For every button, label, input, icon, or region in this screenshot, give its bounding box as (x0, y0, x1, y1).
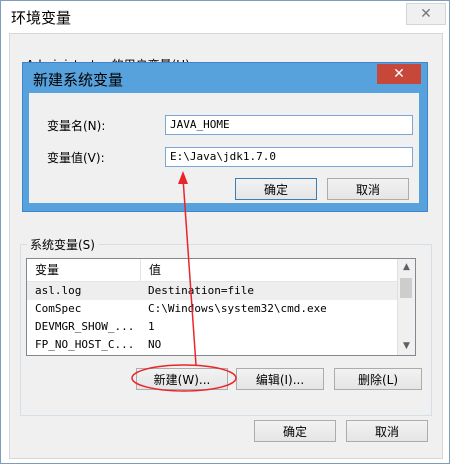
close-icon: ✕ (393, 66, 405, 82)
variable-name: FP_NO_HOST_C... (35, 338, 135, 351)
variable-name: DEVMGR_SHOW_... (35, 320, 135, 333)
dialog-close-button[interactable]: ✕ (377, 64, 421, 84)
scroll-down-icon[interactable]: ▼ (398, 338, 415, 355)
variable-value: C:\Windows\system32\cmd.exe (148, 302, 327, 315)
list-item[interactable]: asl.log Destination=file (27, 282, 415, 300)
list-item[interactable]: ComSpec C:\Windows\system32\cmd.exe (27, 300, 415, 318)
ok-button[interactable]: 确定 (254, 420, 336, 442)
cancel-button[interactable]: 取消 (346, 420, 428, 442)
variable-name-label: 变量名(N): (47, 119, 106, 133)
list-item[interactable]: DEVMGR_SHOW_... 1 (27, 318, 415, 336)
variable-value: Destination=file (148, 284, 254, 297)
new-system-variable-dialog: 新建系统变量 ✕ 变量名(N): JAVA_HOME 变量值(V): E:\Ja… (22, 62, 428, 212)
variable-name: ComSpec (35, 302, 82, 315)
dialog-cancel-button[interactable]: 取消 (327, 178, 409, 200)
column-header-variable[interactable]: 变量 (27, 259, 141, 281)
dialog-ok-button[interactable]: 确定 (235, 178, 317, 200)
variable-value-input[interactable]: E:\Java\jdk1.7.0 (165, 147, 413, 167)
system-variables-list[interactable]: 变量 值 asl.log Destination=file ComSpec C:… (26, 258, 416, 356)
list-header: 变量 值 (27, 259, 415, 282)
variable-value: 1 (148, 320, 155, 333)
new-variable-button[interactable]: 新建(W)... (136, 368, 228, 390)
scroll-up-icon[interactable]: ▲ (398, 259, 415, 276)
window-title: 环境变量 (11, 9, 72, 27)
variable-value: NO (148, 338, 162, 351)
delete-variable-button[interactable]: 删除(L) (334, 368, 422, 390)
variable-name-input[interactable]: JAVA_HOME (165, 115, 413, 135)
list-scrollbar[interactable]: ▲ ▼ (397, 259, 415, 355)
variable-name: asl.log (35, 284, 82, 297)
list-item[interactable]: FP_NO_HOST_C... NO (27, 336, 415, 354)
variable-value-label: 变量值(V): (47, 151, 105, 165)
column-header-value[interactable]: 值 (141, 259, 161, 281)
scroll-thumb[interactable] (400, 278, 412, 298)
close-icon: ✕ (420, 6, 432, 22)
edit-variable-button[interactable]: 编辑(I)... (236, 368, 324, 390)
system-variables-label: 系统变量(S) (27, 236, 98, 253)
dialog-body: 变量名(N): JAVA_HOME 变量值(V): E:\Java\jdk1.7… (29, 93, 419, 203)
window-close-button[interactable]: ✕ (406, 3, 446, 25)
dialog-title: 新建系统变量 (33, 71, 124, 89)
